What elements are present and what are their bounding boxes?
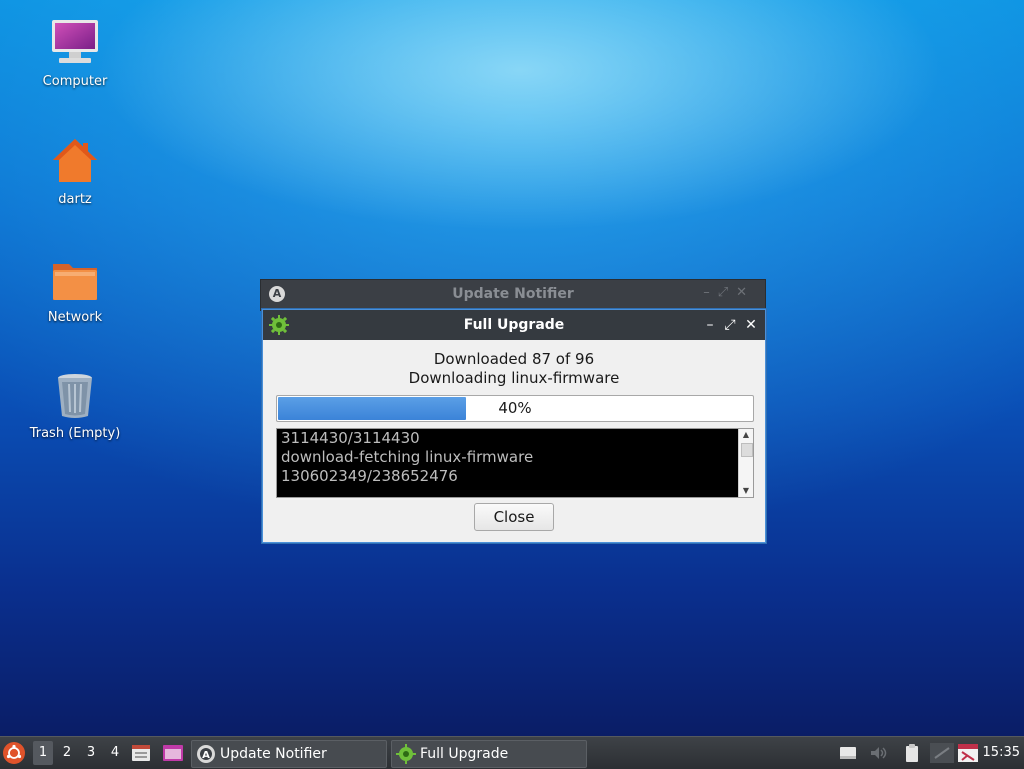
workspace-4[interactable]: 4 <box>105 741 125 765</box>
desktop-icon-label: Network <box>47 310 103 325</box>
download-progress-bar: 40% <box>276 395 754 422</box>
file-manager-launcher[interactable] <box>131 743 151 763</box>
network-folder-icon <box>53 264 97 300</box>
removable-drive-tray[interactable] <box>838 743 858 763</box>
desktop-icon-label: Trash (Empty) <box>29 426 121 441</box>
window-title: Update Notifier <box>452 286 574 302</box>
desktop-icon-label: Computer <box>42 74 108 89</box>
taskbar: 1 2 3 4 A Update Notifier Full Upgrade 1… <box>0 736 1024 769</box>
window-controls[interactable]: –⤢✕ <box>703 285 755 300</box>
desktop-icon-network[interactable]: Network <box>20 254 130 325</box>
desktop-icon-computer[interactable]: Computer <box>20 18 130 89</box>
close-window-button[interactable]: ✕ <box>742 316 760 334</box>
svg-text:A: A <box>202 750 210 761</box>
desktop: Computer dartz Network Trash (Empty) A U… <box>0 0 1024 736</box>
terminal-launcher[interactable] <box>162 743 184 763</box>
terminal-icon <box>163 745 183 761</box>
task-update-notifier[interactable]: A Update Notifier <box>191 740 387 768</box>
desktop-icon-trash[interactable]: Trash (Empty) <box>20 370 130 441</box>
log-output[interactable]: 3114430/3114430 download-fetching linux-… <box>276 428 754 498</box>
desktop-icon-home[interactable]: dartz <box>20 136 130 207</box>
volume-icon <box>871 747 887 759</box>
clipboard-icon <box>906 744 918 762</box>
scroll-thumb[interactable] <box>741 443 753 457</box>
close-button[interactable]: Close <box>474 503 554 531</box>
menu-icon <box>4 743 24 763</box>
maximize-button[interactable]: ⤢ <box>721 316 739 334</box>
task-full-upgrade[interactable]: Full Upgrade <box>391 740 587 768</box>
log-line: 130602349/238652476 <box>281 467 458 485</box>
task-label: Update Notifier <box>220 746 327 762</box>
network-disconnected-icon <box>930 743 954 763</box>
gear-icon <box>396 744 416 764</box>
scroll-down-arrow-icon[interactable]: ▼ <box>739 485 753 497</box>
task-label: Full Upgrade <box>420 746 509 762</box>
desktop-icon-label: dartz <box>58 192 92 207</box>
file-manager-icon <box>132 745 150 761</box>
status-line-1: Downloaded 87 of 96 <box>433 350 595 368</box>
log-scrollbar[interactable]: ▲ ▼ <box>738 429 753 497</box>
workspace-2[interactable]: 2 <box>57 741 77 765</box>
clipboard-tray[interactable] <box>902 743 922 763</box>
dialog-titlebar[interactable]: Full Upgrade – ⤢ ✕ <box>263 310 765 340</box>
minimize-button[interactable]: – <box>701 316 719 334</box>
full-upgrade-dialog: Full Upgrade – ⤢ ✕ Downloaded 87 of 96 D… <box>262 309 766 543</box>
network-tray[interactable] <box>930 743 954 763</box>
progress-percent: 40% <box>498 399 532 417</box>
workspace-3[interactable]: 3 <box>81 741 101 765</box>
update-notifier-window[interactable]: A Update Notifier –⤢✕ <box>260 279 766 311</box>
log-line: download-fetching linux-firmware <box>281 448 534 466</box>
home-folder-icon <box>53 139 97 182</box>
log-lines: 3114430/3114430 download-fetching linux-… <box>281 429 735 486</box>
trash-icon <box>58 374 92 418</box>
dialog-title: Full Upgrade <box>463 317 565 333</box>
log-line: 3114430/3114430 <box>281 429 420 447</box>
clock[interactable]: 15:35 <box>983 737 1020 769</box>
workspace-1[interactable]: 1 <box>33 741 53 765</box>
volume-tray[interactable] <box>868 743 888 763</box>
update-notifier-icon: A <box>197 745 215 763</box>
update-available-icon <box>958 744 978 762</box>
drive-icon <box>840 747 856 759</box>
application-menu-button[interactable] <box>3 742 25 764</box>
computer-icon <box>52 20 98 63</box>
update-tray[interactable] <box>957 743 979 763</box>
status-line-2: Downloading linux-firmware <box>408 369 620 387</box>
scroll-up-arrow-icon[interactable]: ▲ <box>739 429 753 441</box>
